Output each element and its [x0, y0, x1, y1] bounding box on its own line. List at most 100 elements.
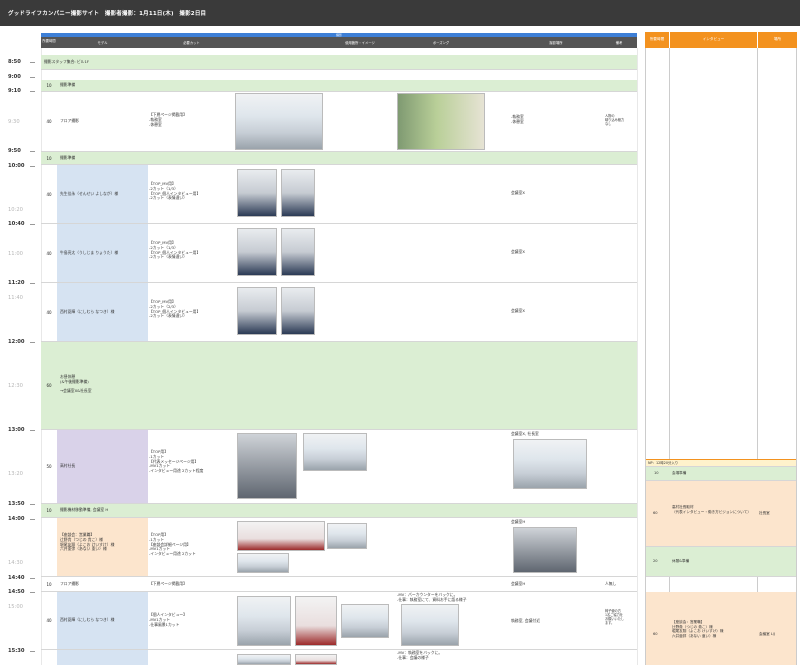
row-pose: -MV：執務室をバックに。 -仕事：会議の様子	[397, 650, 443, 660]
row-model: フロア撮影	[60, 118, 79, 123]
staff-photo	[281, 287, 315, 335]
roundtable-photo	[327, 523, 367, 549]
interview-photo	[237, 654, 291, 665]
time-label: 14:50	[8, 589, 25, 595]
row-duration: 40	[46, 250, 52, 256]
row-duration: 40	[46, 309, 52, 315]
right-row-duration: 60	[653, 511, 658, 515]
row-location: 執務室, 会議付近	[511, 618, 540, 623]
model-cell	[57, 650, 148, 665]
roundtable-photo	[237, 553, 289, 573]
col-location: 撮影場所	[549, 41, 563, 45]
row-location: 会議室X	[511, 249, 525, 254]
time-tick	[30, 77, 35, 78]
row-model: 西村夏輝（にしむら なつき）様	[60, 309, 115, 314]
time-label: 15:00	[8, 604, 23, 610]
right-row-duration: 10	[654, 471, 659, 475]
row-notes: 人無し	[605, 581, 617, 586]
staff-photo	[281, 169, 315, 217]
row-notes: 椅子使の方 1名ご協力を お願いいたし ます。	[605, 609, 625, 625]
time-label: 9:30	[8, 119, 20, 125]
right-row-interview: 休憩&準備	[672, 559, 690, 563]
row-duration: 40	[46, 191, 52, 197]
row-model: フロア撮影	[60, 581, 79, 586]
time-label: 15:30	[8, 648, 25, 654]
schedule-row: 40 先生佳永（せんせい よしなが）様 【TOP_MV用】 -2カット（1/3）…	[41, 165, 637, 224]
time-label: 8:50	[8, 59, 21, 65]
time-label: 11:00	[8, 251, 23, 257]
schedule-row: 【座談会：営業職】 辻野貴（つじの 貴こ）様 堀尾友翔（よこお けいすけ）様 六…	[41, 518, 637, 577]
row-notes: 人物の 映り込み極力 なし	[605, 114, 625, 126]
schedule-group-label: 撮影	[335, 32, 342, 37]
row-cuts: 【TOP_MV用】 -2カット（2/3） 【TOP_個人インタビュー用】 -2カ…	[149, 299, 201, 319]
page-title: グッドライフカンパニー撮影サイト 撮影者撮影：1月11日(木) 撮影2日目	[8, 11, 207, 17]
row-model: 撮影スタッフ集合: ビル1F	[44, 59, 90, 64]
time-label: 9:00	[8, 74, 21, 80]
row-cuts: 【個人インタビュー】 -MV1カット -仕事風景1カット	[149, 612, 187, 627]
schedule-column-header: 所要時間 モデル 必要カット 使用箇所・イメージ ポーズング 撮影場所 備考	[41, 37, 637, 48]
time-tick	[30, 224, 35, 225]
time-label: 11:20	[8, 280, 25, 286]
time-label: 10:20	[8, 207, 23, 213]
row-pose: -MV：パーカウンターをバックに。 -仕事：執務室にて、資料お手に語る様子	[397, 592, 467, 602]
schedule-row: 50 高村社長 【TOP用】 -1カット 【代表メッセージページ用】 -MV1カ…	[41, 430, 637, 504]
time-tick	[30, 578, 35, 579]
president-photo	[237, 433, 297, 499]
row-model: 撮影準備	[60, 82, 76, 87]
right-row-place: 会議室 L/J	[759, 632, 776, 636]
staff-photo	[281, 228, 315, 276]
schedule-row: 60 お昼休憩 (&午後撮影準備) →会議室X&社長室	[41, 342, 637, 430]
staff-photo	[237, 287, 277, 335]
row-duration: 10	[46, 83, 52, 88]
schedule-row: 10 撮影準備	[41, 152, 637, 165]
time-label: 12:30	[8, 383, 23, 389]
row-location: 会議室X, 社長室	[511, 431, 539, 436]
schedule-row: 40 西村夏輝（にしむら なつき）様 【TOP_MV用】 -2カット（2/3） …	[41, 283, 637, 342]
room-photo	[513, 439, 587, 489]
title-bar: グッドライフカンパニー撮影サイト 撮影者撮影：1月11日(木) 撮影2日目	[0, 0, 800, 26]
schedule-row: 10 撮影機材移動準備, 会議室 H	[41, 504, 637, 518]
right-row-duration: NP：12時20分入り	[648, 461, 679, 465]
right-col-interview: インタビュー	[669, 32, 757, 48]
time-label: 10:40	[8, 221, 25, 227]
interview-photo	[295, 654, 337, 665]
row-location: 会議室X	[511, 308, 525, 313]
time-label: 13:50	[8, 501, 25, 507]
staff-photo	[237, 228, 277, 276]
schedule-row: 40 牛島亮太（うしじま りょうた）様 【TOP_MV用】 -2カット（1/3）…	[41, 224, 637, 283]
schedule-row: 40 フロア撮影 【下層ページ掲載用】 -執務室 -休憩室 -執務室 -休憩室 …	[41, 92, 637, 152]
right-row: NP：12時20分入り	[646, 459, 796, 467]
row-cuts: 【下層ページ掲載用】 -執務室 -休憩室	[149, 112, 187, 127]
row-cuts: 【TOP_MV用】 -2カット（1/3） 【TOP_個人インタビュー用】 -2カ…	[149, 240, 201, 260]
row-duration: 40	[46, 618, 52, 623]
schedule-row: 10 撮影準備	[41, 80, 637, 92]
row-location: 会議室H	[511, 519, 526, 524]
right-col-duration: 所要時間	[645, 32, 669, 48]
right-row: 60 【座談会：営業職】 辻野貴（つじの 貴こ）様 堀尾友翔（よこお けいすけ）…	[646, 592, 796, 665]
row-location: 会議室H	[511, 581, 526, 586]
schedule-row: 40 西村夏輝（にしむら なつき）様 【個人インタビュー】 -MV1カット -仕…	[41, 592, 637, 650]
time-label: 13:00	[8, 427, 25, 433]
right-row-interview: 【座談会：営業職】 辻野貴（つじの 貴こ）様 堀尾友翔（よこお けいすけ）様 六…	[672, 620, 724, 638]
right-col-place: 場所	[757, 32, 797, 48]
room-photo	[513, 527, 577, 573]
row-model: 【座談会：営業職】 辻野貴（つじの 貴こ）様 堀尾友翔（よこお けいすけ）様 六…	[60, 532, 115, 552]
row-model: お昼休憩 (&午後撮影準備) →会議室X&社長室	[60, 374, 92, 394]
row-model: 高村社長	[60, 463, 76, 468]
schedule-row: 10 フロア撮影 【下層ページ掲載用】 会議室H 人無し	[41, 577, 637, 592]
row-duration: 60	[46, 383, 52, 388]
time-tick	[30, 342, 35, 343]
time-tick	[30, 504, 35, 505]
right-row-interview: 高村社長取材 （代表インタビュー・働き方ビジョンについて）	[672, 505, 751, 514]
office-photo	[235, 93, 323, 150]
time-tick	[30, 651, 35, 652]
row-model: 撮影機材移動準備, 会議室 H	[60, 507, 109, 512]
time-label: 9:50	[8, 148, 21, 154]
right-row-duration: 60	[653, 632, 658, 636]
col-duration: 所要時間	[42, 39, 56, 43]
time-tick	[30, 283, 35, 284]
time-label: 9:10	[8, 88, 21, 94]
time-label: 11:40	[8, 295, 23, 301]
time-label: 13:20	[8, 471, 23, 477]
row-duration: 10	[46, 155, 52, 161]
